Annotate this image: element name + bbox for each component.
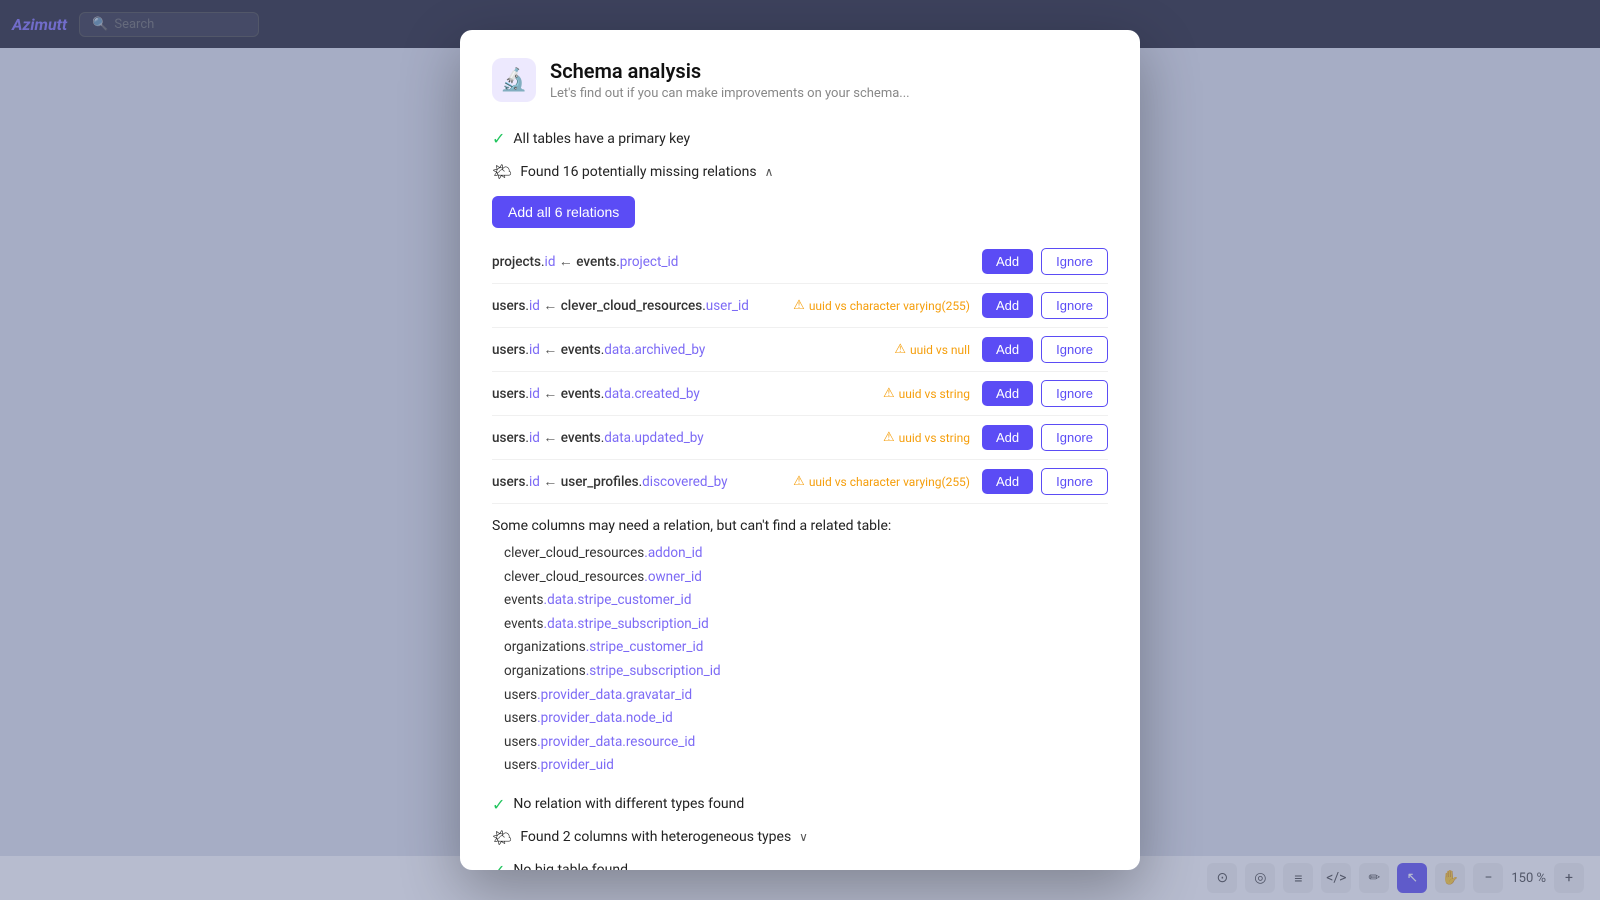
relation-text-3: users.id ← events.data.created_by <box>492 385 875 402</box>
different-types-text: No relation with different types found <box>513 796 744 812</box>
section-big-table: ✓ No big table found <box>492 854 1108 870</box>
list-item: events.data.stripe_subscription_id <box>504 613 1108 637</box>
chevron-down-icon-heterogeneous: ∨ <box>799 830 808 844</box>
add-button-relation-2[interactable]: Add <box>982 337 1033 362</box>
list-item: clever_cloud_resources.owner_id <box>504 566 1108 590</box>
chevron-up-icon: ∧ <box>765 165 774 179</box>
heterogeneous-types-text: Found 2 columns with heterogeneous types <box>520 829 791 845</box>
list-item: organizations.stripe_customer_id <box>504 636 1108 660</box>
list-item: events.data.stripe_customer_id <box>504 589 1108 613</box>
relation-text-2: users.id ← events.data.archived_by <box>492 341 886 358</box>
relation-row-5: users.id ← user_profiles.discovered_by ⚠… <box>492 460 1108 504</box>
warning-icon-4: ⚠ <box>883 430 895 445</box>
section-heterogeneous-types-header[interactable]: 🌤 Found 2 columns with heterogeneous typ… <box>492 821 1108 854</box>
add-button-relation-0[interactable]: Add <box>982 249 1033 274</box>
warning-icon-1: ⚠ <box>793 298 805 313</box>
warning-icon-5: ⚠ <box>793 474 805 489</box>
warning-badge-1: ⚠ uuid vs character varying(255) <box>793 298 970 313</box>
modal-title-area: Schema analysis Let's find out if you ca… <box>550 58 910 101</box>
warning-text-5: uuid vs character varying(255) <box>809 475 970 489</box>
ignore-button-relation-5[interactable]: Ignore <box>1041 468 1108 495</box>
warning-text-2: uuid vs null <box>910 343 970 357</box>
warning-text-3: uuid vs string <box>899 387 970 401</box>
add-button-relation-4[interactable]: Add <box>982 425 1033 450</box>
list-item: clever_cloud_resources.addon_id <box>504 542 1108 566</box>
list-item: users.provider_data.gravatar_id <box>504 684 1108 708</box>
ignore-button-relation-4[interactable]: Ignore <box>1041 424 1108 451</box>
sun-icon-missing-relations: 🌤 <box>492 162 512 181</box>
sun-icon-heterogeneous: 🌤 <box>492 828 512 847</box>
warning-text-1: uuid vs character varying(255) <box>809 299 970 313</box>
relation-row-3: users.id ← events.data.created_by ⚠ uuid… <box>492 372 1108 416</box>
add-button-relation-3[interactable]: Add <box>982 381 1033 406</box>
missing-columns-list: clever_cloud_resources.addon_id clever_c… <box>492 542 1108 778</box>
relation-text-0: projects.id ← events.project_id <box>492 253 974 270</box>
modal-subtitle: Let's find out if you can make improveme… <box>550 86 910 101</box>
warning-icon-2: ⚠ <box>894 342 906 357</box>
ignore-button-relation-0[interactable]: Ignore <box>1041 248 1108 275</box>
list-item: organizations.stripe_subscription_id <box>504 660 1108 684</box>
check-icon-big-table: ✓ <box>492 861 505 870</box>
modal-overlay: 🔬 Schema analysis Let's find out if you … <box>0 0 1600 900</box>
relation-row-2: users.id ← events.data.archived_by ⚠ uui… <box>492 328 1108 372</box>
ignore-button-relation-1[interactable]: Ignore <box>1041 292 1108 319</box>
warning-badge-5: ⚠ uuid vs character varying(255) <box>793 474 970 489</box>
relations-block: Add all 6 relations projects.id ← events… <box>492 188 1108 778</box>
relation-text-1: users.id ← clever_cloud_resources.user_i… <box>492 297 785 314</box>
relation-row-4: users.id ← events.data.updated_by ⚠ uuid… <box>492 416 1108 460</box>
section-primary-key: ✓ All tables have a primary key <box>492 122 1108 155</box>
warning-badge-3: ⚠ uuid vs string <box>883 386 970 401</box>
check-icon-primary-key: ✓ <box>492 129 505 148</box>
modal-title: Schema analysis <box>550 58 910 84</box>
warning-text-4: uuid vs string <box>899 431 970 445</box>
add-button-relation-1[interactable]: Add <box>982 293 1033 318</box>
section-different-types: ✓ No relation with different types found <box>492 788 1108 821</box>
missing-table-section: Some columns may need a relation, but ca… <box>492 518 1108 778</box>
ignore-button-relation-2[interactable]: Ignore <box>1041 336 1108 363</box>
primary-key-text: All tables have a primary key <box>513 131 690 147</box>
relation-text-5: users.id ← user_profiles.discovered_by <box>492 473 785 490</box>
missing-relations-text: Found 16 potentially missing relations <box>520 164 756 180</box>
list-item: users.provider_data.resource_id <box>504 731 1108 755</box>
check-icon-different-types: ✓ <box>492 795 505 814</box>
add-button-relation-5[interactable]: Add <box>982 469 1033 494</box>
schema-analysis-modal: 🔬 Schema analysis Let's find out if you … <box>460 30 1140 870</box>
relation-row-0: projects.id ← events.project_id Add Igno… <box>492 240 1108 284</box>
list-item: users.provider_uid <box>504 754 1108 778</box>
add-all-relations-button[interactable]: Add all 6 relations <box>492 196 635 228</box>
list-item: users.provider_data.node_id <box>504 707 1108 731</box>
relation-row-1: users.id ← clever_cloud_resources.user_i… <box>492 284 1108 328</box>
ignore-button-relation-3[interactable]: Ignore <box>1041 380 1108 407</box>
section-missing-relations-header[interactable]: 🌤 Found 16 potentially missing relations… <box>492 155 1108 188</box>
modal-header: 🔬 Schema analysis Let's find out if you … <box>492 58 1108 102</box>
warning-badge-4: ⚠ uuid vs string <box>883 430 970 445</box>
missing-table-title: Some columns may need a relation, but ca… <box>492 518 1108 534</box>
big-table-text: No big table found <box>513 862 628 870</box>
warning-badge-2: ⚠ uuid vs null <box>894 342 970 357</box>
relation-text-4: users.id ← events.data.updated_by <box>492 429 875 446</box>
modal-icon: 🔬 <box>492 58 536 102</box>
warning-icon-3: ⚠ <box>883 386 895 401</box>
